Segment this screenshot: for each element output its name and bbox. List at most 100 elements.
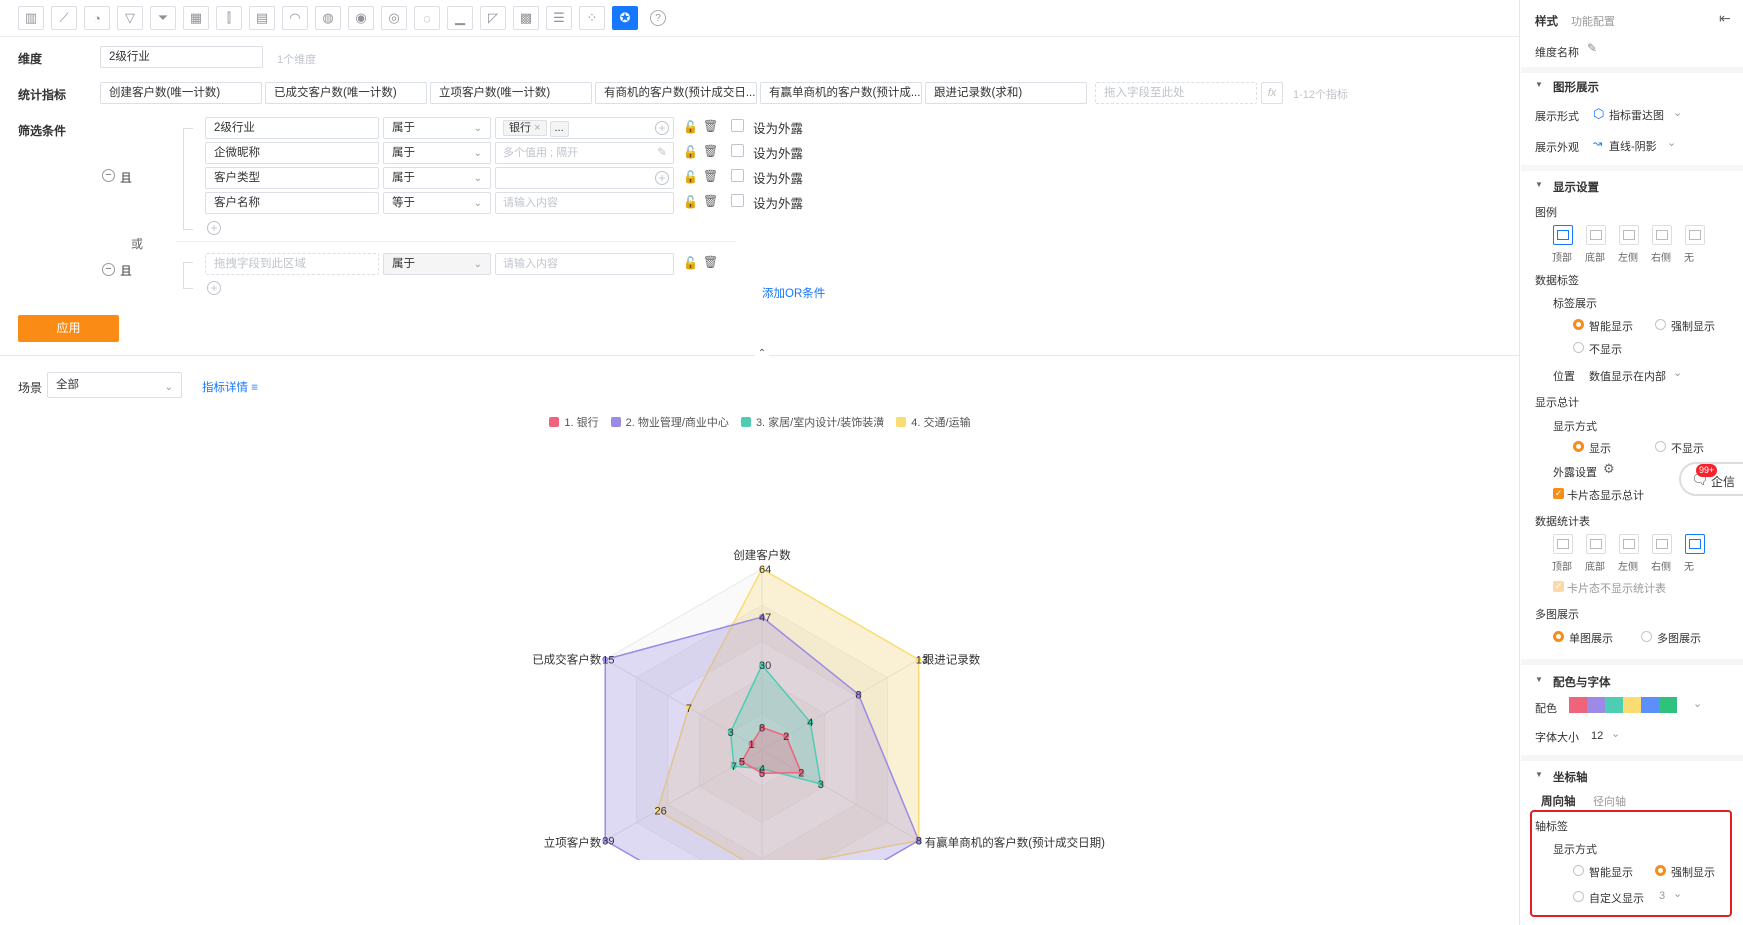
chevron-down-icon[interactable]: ⌄ [1673, 366, 1682, 379]
single-chart-radio[interactable] [1553, 631, 1564, 642]
caret-down-icon[interactable]: ▼ [1535, 770, 1543, 779]
color-palette[interactable] [1569, 697, 1677, 713]
display-form-value[interactable]: 指标雷达图 [1609, 107, 1664, 123]
value-input[interactable]: 请输入内容 [495, 192, 674, 214]
trash-icon[interactable]: 🗑 [703, 255, 718, 269]
position-option-1[interactable] [1586, 534, 1606, 554]
trash-icon[interactable]: 🗑 [703, 119, 718, 133]
tab-function[interactable]: 功能配置 [1571, 13, 1615, 29]
close-icon[interactable]: × [534, 122, 540, 134]
lock-icon[interactable]: 🔓 [683, 195, 698, 209]
trash-icon[interactable]: 🗑 [703, 144, 718, 158]
expose-checkbox[interactable] [731, 144, 744, 157]
chevron-down-icon[interactable]: ⌄ [1673, 106, 1682, 119]
column-chart-icon[interactable]: ▁ [447, 6, 473, 30]
lock-icon[interactable]: 🔓 [683, 256, 698, 270]
lock-icon[interactable]: 🔓 [683, 170, 698, 184]
position-option-4[interactable] [1685, 225, 1705, 245]
collapse-up-icon[interactable]: ⌃ [755, 347, 769, 361]
edit-icon[interactable]: ✎ [1587, 41, 1597, 55]
filter-field[interactable]: 客户名称 [205, 192, 379, 214]
legend-item[interactable]: 4. 交通/运输 [896, 414, 971, 430]
position-option-4[interactable] [1685, 534, 1705, 554]
dimension-field[interactable]: 2级行业 [100, 46, 263, 68]
legend-item[interactable]: 2. 物业管理/商业中心 [610, 414, 729, 430]
tab-style[interactable]: 样式 [1535, 13, 1558, 29]
funnel-alt-icon[interactable]: ⏷ [150, 6, 176, 30]
metric-chip[interactable]: 有商机的客户数(预计成交日... [595, 82, 757, 104]
position-option-3[interactable] [1652, 225, 1672, 245]
position-option-0[interactable] [1553, 225, 1573, 245]
metric-detail-link[interactable]: 指标详情 ≡ [202, 379, 258, 395]
collapse-group-icon[interactable]: − [102, 169, 115, 182]
position-option-3[interactable] [1652, 534, 1672, 554]
metric-chip[interactable]: 创建客户数(唯一计数) [100, 82, 262, 104]
radar-chart-icon[interactable]: ✪ [612, 6, 638, 30]
globe-icon[interactable]: ◎ [381, 6, 407, 30]
bubble-icon[interactable]: ◌ [414, 6, 440, 30]
caret-down-icon[interactable]: ▼ [1535, 80, 1543, 89]
value-input[interactable]: 多个值用 ; 隔开 [495, 142, 674, 164]
line-chart-icon[interactable]: ⟋ [51, 6, 77, 30]
tab-radial-axis[interactable]: 径向轴 [1593, 793, 1626, 809]
collapse-group-icon[interactable]: − [102, 263, 115, 276]
trash-icon[interactable]: 🗑 [703, 169, 718, 183]
operator-select[interactable]: 等于 ⌄ [383, 192, 491, 214]
smart-display-radio[interactable] [1573, 319, 1584, 330]
operator-select[interactable]: 属于 ⌄ [383, 117, 491, 139]
chevron-down-icon[interactable]: ⌄ [1667, 136, 1676, 149]
edit-icon[interactable]: ✎ [655, 146, 669, 160]
metric-chip[interactable]: 立项客户数(唯一计数) [430, 82, 592, 104]
funnel-icon[interactable]: ▽ [117, 6, 143, 30]
expose-checkbox[interactable] [731, 194, 744, 207]
metric-chip[interactable]: 有赢单商机的客户数(预计成... [760, 82, 922, 104]
add-condition-icon[interactable]: + [207, 221, 221, 235]
add-value-icon[interactable]: + [655, 121, 669, 135]
add-or-link[interactable]: 添加OR条件 [762, 285, 825, 301]
value-input[interactable]: 请输入内容 [495, 253, 674, 275]
help-icon[interactable]: ? [650, 10, 666, 26]
operator-select[interactable]: 属于 ⌄ [383, 167, 491, 189]
multi-chart-radio[interactable] [1641, 631, 1652, 642]
gear-icon[interactable]: ⚙ [1603, 461, 1615, 477]
map-icon[interactable]: ◉ [348, 6, 374, 30]
more-tag[interactable]: ... [549, 121, 569, 137]
filter-field[interactable]: 客户类型 [205, 167, 379, 189]
chevron-down-icon[interactable]: ⌄ [1611, 727, 1620, 740]
metric-chip[interactable]: 跟进记录数(求和) [925, 82, 1087, 104]
card-icon[interactable]: ▤ [249, 6, 275, 30]
metrics-drop-zone[interactable]: 拖入字段至此处 [1095, 82, 1257, 104]
filter-field[interactable]: 2级行业 [205, 117, 379, 139]
position-option-2[interactable] [1619, 225, 1639, 245]
legend-item[interactable]: 1. 银行 [549, 414, 599, 430]
filter-field[interactable]: 企微昵称 [205, 142, 379, 164]
collapse-panel-icon[interactable]: ⇤ [1719, 10, 1731, 27]
trash-icon[interactable]: 🗑 [703, 194, 718, 208]
heatmap-icon[interactable]: ▩ [513, 6, 539, 30]
caret-down-icon[interactable]: ▼ [1535, 675, 1543, 684]
font-size-value[interactable]: 12 [1591, 730, 1603, 742]
position-option-1[interactable] [1586, 225, 1606, 245]
tab-circumferential-axis[interactable]: 周向轴 [1541, 793, 1576, 809]
show-total-radio[interactable] [1573, 441, 1584, 452]
dashboard-icon[interactable]: ◍ [315, 6, 341, 30]
caret-down-icon[interactable]: ▼ [1535, 180, 1543, 189]
apply-button[interactable]: 应用 [18, 315, 119, 342]
area-chart-icon[interactable]: ◸ [480, 6, 506, 30]
operator-select[interactable]: 属于 ⌄ [383, 253, 491, 275]
card-hide-stat-checkbox[interactable]: ✓ [1553, 581, 1564, 592]
add-value-icon[interactable]: + [655, 171, 669, 185]
list-icon[interactable]: ☰ [546, 6, 572, 30]
expose-checkbox[interactable] [731, 119, 744, 132]
gauge-icon[interactable]: ◠ [282, 6, 308, 30]
value-input[interactable] [495, 167, 674, 189]
operator-select[interactable]: 属于 ⌄ [383, 142, 491, 164]
lock-icon[interactable]: 🔓 [683, 145, 698, 159]
display-look-value[interactable]: 直线-阴影 [1609, 138, 1657, 154]
scatter-icon[interactable]: ⁘ [579, 6, 605, 30]
force-display-radio[interactable] [1655, 319, 1666, 330]
card-show-total-checkbox[interactable]: ✓ [1553, 488, 1564, 499]
legend-item[interactable]: 3. 家居/室内设计/装饰装潢 [740, 414, 884, 430]
position-option-0[interactable] [1553, 534, 1573, 554]
bar-chart-icon[interactable]: ▥ [18, 6, 44, 30]
